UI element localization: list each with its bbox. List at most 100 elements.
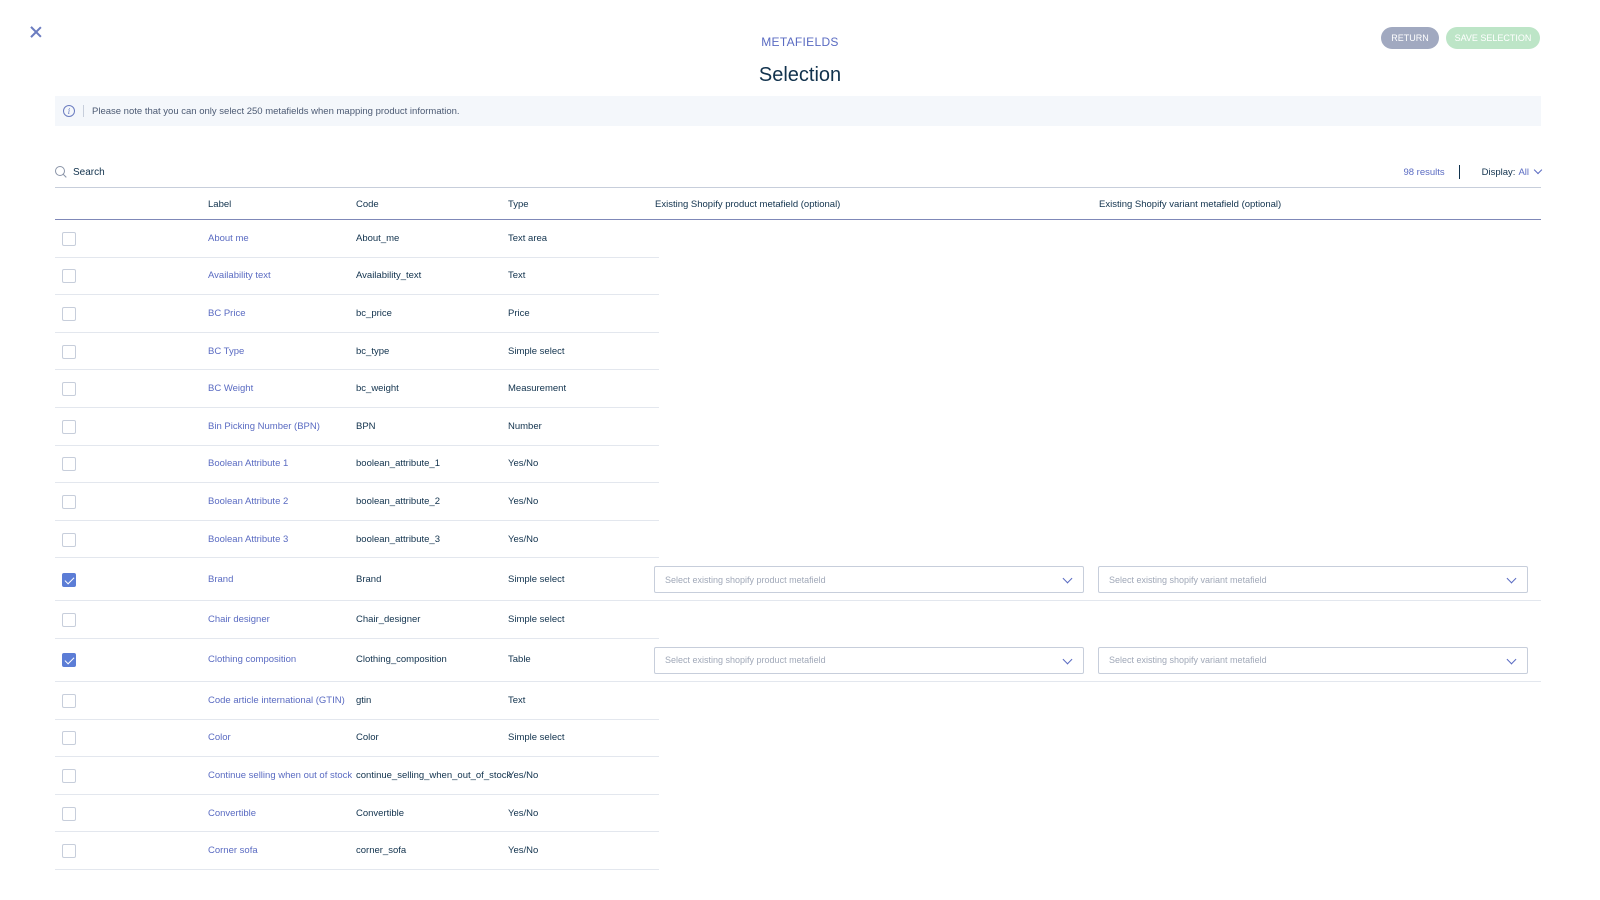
row-label-link[interactable]: Boolean Attribute 2 xyxy=(208,496,288,507)
row-type: Yes/No xyxy=(508,769,539,781)
row-label-link[interactable]: Boolean Attribute 3 xyxy=(208,534,288,545)
chevron-down-icon xyxy=(1062,573,1073,584)
chevron-down-icon xyxy=(1506,573,1517,584)
table-row: Boolean Attribute 2 boolean_attribute_2 Ye… xyxy=(55,483,1541,521)
row-label-link[interactable]: Bin Picking Number (BPN) xyxy=(208,421,320,432)
row-label-link[interactable]: Convertible xyxy=(208,808,256,819)
row-label-link[interactable]: BC Weight xyxy=(208,383,253,394)
table-header: Label Code Type Existing Shopify product… xyxy=(55,187,1541,220)
row-checkbox[interactable] xyxy=(62,731,76,746)
row-label-link[interactable]: Availability text xyxy=(208,270,271,281)
table-row: BC Type bc_type Simple select xyxy=(55,333,1541,371)
row-checkbox[interactable] xyxy=(62,419,76,434)
column-header-type: Type xyxy=(508,199,529,210)
product-metafield-select[interactable]: Select existing shopify product metafiel… xyxy=(654,646,1084,674)
row-code: About_me xyxy=(356,232,400,244)
row-checkbox[interactable] xyxy=(62,306,76,321)
row-type: Number xyxy=(508,420,542,432)
product-metafield-select[interactable]: Select existing shopify product metafiel… xyxy=(654,566,1084,594)
variant-metafield-select-placeholder: Select existing shopify variant metafiel… xyxy=(1109,574,1267,585)
row-label-link[interactable]: Code article international (GTIN) xyxy=(208,695,345,706)
variant-metafield-select-placeholder: Select existing shopify variant metafiel… xyxy=(1109,655,1267,666)
notice-divider xyxy=(83,105,84,117)
row-code: Clothing_composition xyxy=(356,654,447,666)
chevron-down-icon xyxy=(1533,165,1543,175)
display-filter-dropdown[interactable]: Display: All xyxy=(1481,165,1543,178)
metafields-table: Label Code Type Existing Shopify product… xyxy=(55,187,1541,870)
table-row: Corner sofa corner_sofa Yes/No xyxy=(55,832,1541,870)
row-checkbox[interactable] xyxy=(62,613,76,628)
row-checkbox[interactable] xyxy=(62,653,76,668)
row-label-link[interactable]: Clothing composition xyxy=(208,654,296,665)
save-selection-button[interactable]: SAVE SELECTION xyxy=(1446,27,1540,49)
row-checkbox[interactable] xyxy=(62,231,76,246)
info-notice: i Please note that you can only select 2… xyxy=(55,96,1541,126)
row-type: Yes/No xyxy=(508,845,539,857)
row-type: Text area xyxy=(508,232,548,244)
info-icon: i xyxy=(63,105,75,117)
row-type: Text xyxy=(508,270,526,282)
row-code: bc_type xyxy=(356,345,390,357)
row-checkbox[interactable] xyxy=(62,806,76,821)
row-label-link[interactable]: Continue selling when out of stock xyxy=(208,770,352,781)
table-row: Bin Picking Number (BPN) BPN Number xyxy=(55,408,1541,446)
table-body: About me About_me Text area Availability te… xyxy=(55,220,1541,870)
row-type: Yes/No xyxy=(508,458,539,470)
row-code: Color xyxy=(356,732,379,744)
row-code: boolean_attribute_3 xyxy=(356,533,440,545)
row-checkbox[interactable] xyxy=(62,572,76,587)
notice-text: Please note that you can only select 250… xyxy=(92,105,460,117)
product-metafield-select-placeholder: Select existing shopify product metafiel… xyxy=(665,574,826,585)
row-code: Convertible xyxy=(356,807,405,819)
row-code: continue_selling_when_out_of_stock xyxy=(356,769,512,781)
row-label-link[interactable]: Brand xyxy=(208,574,233,585)
row-code: bc_price xyxy=(356,307,392,319)
variant-metafield-select[interactable]: Select existing shopify variant metafiel… xyxy=(1098,566,1528,594)
row-checkbox[interactable] xyxy=(62,532,76,547)
row-checkbox[interactable] xyxy=(62,844,76,859)
table-row: Color Color Simple select xyxy=(55,720,1541,758)
row-type: Yes/No xyxy=(508,807,539,819)
row-checkbox[interactable] xyxy=(62,269,76,284)
row-code: bc_weight xyxy=(356,383,399,395)
search-icon[interactable] xyxy=(55,166,67,178)
row-checkbox[interactable] xyxy=(62,693,76,708)
product-metafield-select-placeholder: Select existing shopify product metafiel… xyxy=(665,655,826,666)
row-checkbox[interactable] xyxy=(62,457,76,472)
row-type: Price xyxy=(508,307,530,319)
table-row: Boolean Attribute 1 boolean_attribute_1 Ye… xyxy=(55,446,1541,484)
row-label-link[interactable]: Color xyxy=(208,732,231,743)
row-code: Chair_designer xyxy=(356,614,421,626)
table-row: Chair designer Chair_designer Simple selec… xyxy=(55,601,1541,639)
results-count: 98 results xyxy=(1403,166,1445,178)
search-input[interactable] xyxy=(73,166,373,178)
row-type: Simple select xyxy=(508,732,565,744)
row-code: Availability_text xyxy=(356,270,422,282)
row-code: gtin xyxy=(356,694,372,706)
chevron-down-icon xyxy=(1506,654,1517,665)
display-label: Display: xyxy=(1481,166,1516,178)
page-title: Selection xyxy=(758,64,842,86)
row-checkbox[interactable] xyxy=(62,382,76,397)
column-header-product-metafield: Existing Shopify product metafield (opti… xyxy=(655,199,841,210)
row-checkbox[interactable] xyxy=(62,494,76,509)
variant-metafield-select[interactable]: Select existing shopify variant metafiel… xyxy=(1098,646,1528,674)
chevron-down-icon xyxy=(1062,654,1073,665)
column-header-variant-metafield: Existing Shopify variant metafield (opti… xyxy=(1099,199,1282,210)
return-button[interactable]: RETURN xyxy=(1381,27,1439,49)
row-label-link[interactable]: Corner sofa xyxy=(208,845,258,856)
row-type: Measurement xyxy=(508,383,567,395)
row-label-link[interactable]: Boolean Attribute 1 xyxy=(208,458,288,469)
row-label-link[interactable]: Chair designer xyxy=(208,614,270,625)
row-type: Yes/No xyxy=(508,495,539,507)
row-type: Simple select xyxy=(508,614,565,626)
row-type: Yes/No xyxy=(508,533,539,545)
table-row: BC Weight bc_weight Measurement xyxy=(55,370,1541,408)
row-checkbox[interactable] xyxy=(62,768,76,783)
row-checkbox[interactable] xyxy=(62,344,76,359)
table-row: Continue selling when out of stock contin… xyxy=(55,757,1541,795)
row-label-link[interactable]: BC Price xyxy=(208,308,245,319)
row-label-link[interactable]: BC Type xyxy=(208,346,244,357)
table-row: About me About_me Text area xyxy=(55,220,1541,258)
row-label-link[interactable]: About me xyxy=(208,233,249,244)
